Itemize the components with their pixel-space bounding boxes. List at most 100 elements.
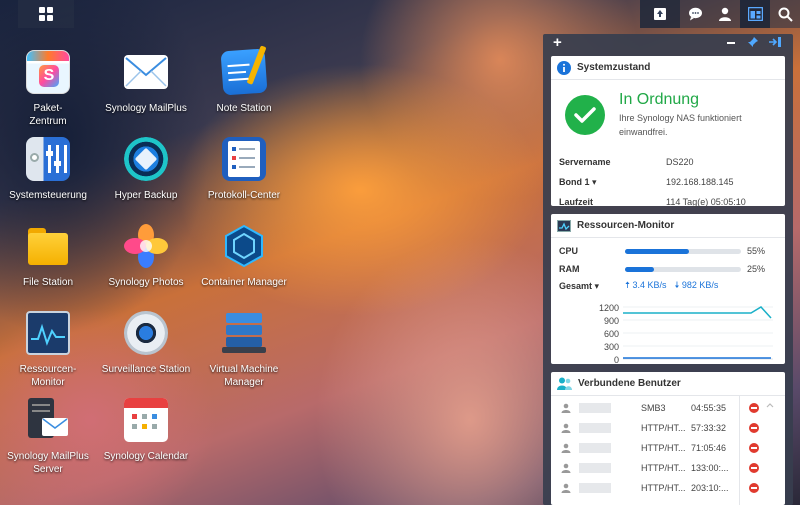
network-chart: 1200 900 600 300 0 xyxy=(551,302,785,365)
desktop-icon-vmm[interactable]: Virtual Machine Manager xyxy=(196,311,292,389)
desktop-icon-calendar[interactable]: Synology Calendar xyxy=(98,398,194,463)
ram-bar xyxy=(625,266,741,272)
user-row: HTTP/HT... 71:05:46 xyxy=(551,438,785,458)
widget-title: Verbundene Benutzer xyxy=(551,372,785,396)
download-rate-value: 982 KB/s xyxy=(681,280,719,290)
cpu-bar-fill xyxy=(625,248,689,254)
log-center-icon xyxy=(222,137,266,181)
user-row: HTTP/HT... 57:33:32 xyxy=(551,418,785,438)
desktop-icon-mailplus[interactable]: Synology MailPlus xyxy=(98,50,194,115)
info-icon xyxy=(557,60,571,75)
upload-icon xyxy=(654,8,666,20)
user-connection-time: 04:55:35 xyxy=(691,403,727,413)
info-value: 114 Tag(e) 05:05:10 xyxy=(666,197,746,207)
health-status: In Ordnung Ihre Synology NAS funktionier… xyxy=(551,80,785,142)
user-options-button[interactable] xyxy=(710,0,740,28)
username-redacted xyxy=(579,403,611,413)
desktop-icon-file-station[interactable]: File Station xyxy=(0,224,96,289)
y-tick: 1200 xyxy=(598,303,619,313)
ram-percent: 25% xyxy=(747,264,766,274)
desktop-icon-control-panel[interactable]: Systemsteuerung xyxy=(0,137,96,202)
server-stack-icon xyxy=(222,311,266,355)
users-icon xyxy=(557,377,572,390)
user-connection-time: 203:10:... xyxy=(691,483,729,493)
user-icon xyxy=(719,7,731,21)
y-tick: 0 xyxy=(613,355,619,365)
desktop-icon-log-center[interactable]: Protokoll-Center xyxy=(196,137,292,202)
resource-monitor-title: Ressourcen-Monitor xyxy=(577,220,675,231)
desktop-icon-label: Hyper Backup xyxy=(114,190,178,201)
network-dropdown[interactable]: Gesamt ▾ xyxy=(559,281,625,292)
disconnect-button[interactable] xyxy=(749,483,759,493)
widget-title: Systemzustand xyxy=(551,56,785,80)
desktop-icon-surveillance[interactable]: Surveillance Station xyxy=(98,311,194,376)
user-protocol: HTTP/HT... xyxy=(641,423,686,433)
desktop-icon-label: Synology Calendar xyxy=(103,451,189,462)
widget-panel: + Systemzustand In Ordnung Ihre Synology… xyxy=(543,34,793,505)
search-button[interactable] xyxy=(770,0,800,28)
notifications-button[interactable] xyxy=(680,0,710,28)
desktop-icon-package-center[interactable]: S Paket- Zentrum xyxy=(0,50,96,128)
widget-panel-header: + xyxy=(543,34,793,52)
search-icon xyxy=(778,7,793,22)
cpu-bar xyxy=(625,248,741,254)
desktop-icon-label: Container Manager xyxy=(201,277,287,288)
widget-title: Ressourcen-Monitor xyxy=(551,214,785,238)
widgets-button[interactable] xyxy=(740,0,770,28)
desktop-icon-label: Systemsteuerung xyxy=(9,190,87,201)
user-row: HTTP/HT... 203:10:... xyxy=(551,478,785,498)
info-key: Servername xyxy=(559,157,611,167)
container-hexagon-icon xyxy=(222,224,266,268)
desktop-icon-label: Surveillance Station xyxy=(101,364,191,375)
chat-icon xyxy=(688,7,702,21)
upload-queue-button[interactable] xyxy=(640,0,680,28)
disconnect-button[interactable] xyxy=(749,423,759,433)
info-value: DS220 xyxy=(666,157,694,167)
main-menu-icon xyxy=(39,7,53,21)
minimize-icon[interactable] xyxy=(727,42,735,44)
cpu-label: CPU xyxy=(559,246,579,256)
cpu-percent: 55% xyxy=(747,246,766,256)
main-menu-button[interactable] xyxy=(18,0,74,28)
user-protocol: HTTP/HT... xyxy=(641,483,686,493)
info-row-bond: Bond 1 ▾ 192.168.188.145 xyxy=(551,172,785,192)
desktop-icon-label: Synology Photos xyxy=(108,277,184,288)
desktop-icon-label: Paket- Zentrum xyxy=(29,103,67,127)
network-chart-plot xyxy=(623,306,773,360)
dock-right-icon[interactable] xyxy=(769,37,781,47)
connected-users-widget: Verbundene Benutzer SMB3 04:55:35 HTTP/H… xyxy=(551,372,785,505)
ram-bar-fill xyxy=(625,266,654,272)
disconnect-button[interactable] xyxy=(749,403,759,413)
info-row-servername: Servername DS220 xyxy=(551,152,785,172)
health-status-message: Ihre Synology NAS funktioniert einwandfr… xyxy=(619,113,742,137)
info-key: Laufzeit xyxy=(559,197,594,207)
folder-icon xyxy=(26,224,70,268)
pin-icon[interactable] xyxy=(747,36,759,48)
desktop-icon-photos[interactable]: Synology Photos xyxy=(98,224,194,289)
bond-dropdown[interactable]: Bond 1 ▾ xyxy=(559,177,666,188)
username-redacted xyxy=(579,463,611,473)
desktop-icon-hyper-backup[interactable]: Hyper Backup xyxy=(98,137,194,202)
camera-icon xyxy=(124,311,168,355)
add-widget-button[interactable]: + xyxy=(553,35,562,51)
username-redacted xyxy=(579,443,611,453)
user-protocol: HTTP/HT... xyxy=(641,443,686,453)
user-protocol: HTTP/HT... xyxy=(641,463,686,473)
resource-monitor-small-icon xyxy=(557,219,571,232)
cpu-row: CPU 55% xyxy=(551,242,785,260)
notebook-icon xyxy=(220,45,268,96)
desktop-icon-label: Virtual Machine Manager xyxy=(209,364,279,388)
ram-label: RAM xyxy=(559,264,580,274)
desktop-icon-label: Synology MailPlus Server xyxy=(7,451,89,475)
desktop-icon-note-station[interactable]: Note Station xyxy=(196,45,292,115)
user-row: HTTP/HT... 133:00:... xyxy=(551,458,785,478)
mail-server-icon xyxy=(26,398,70,442)
user-connection-time: 71:05:46 xyxy=(691,443,727,453)
desktop-icon-container-manager[interactable]: Container Manager xyxy=(196,224,292,289)
desktop-icon-resource-monitor[interactable]: Ressourcen- Monitor xyxy=(0,311,96,389)
user-icon xyxy=(561,483,571,493)
disconnect-button[interactable] xyxy=(749,443,759,453)
y-tick: 600 xyxy=(603,329,619,339)
desktop-icon-mailplus-server[interactable]: Synology MailPlus Server xyxy=(0,398,96,476)
disconnect-button[interactable] xyxy=(749,463,759,473)
